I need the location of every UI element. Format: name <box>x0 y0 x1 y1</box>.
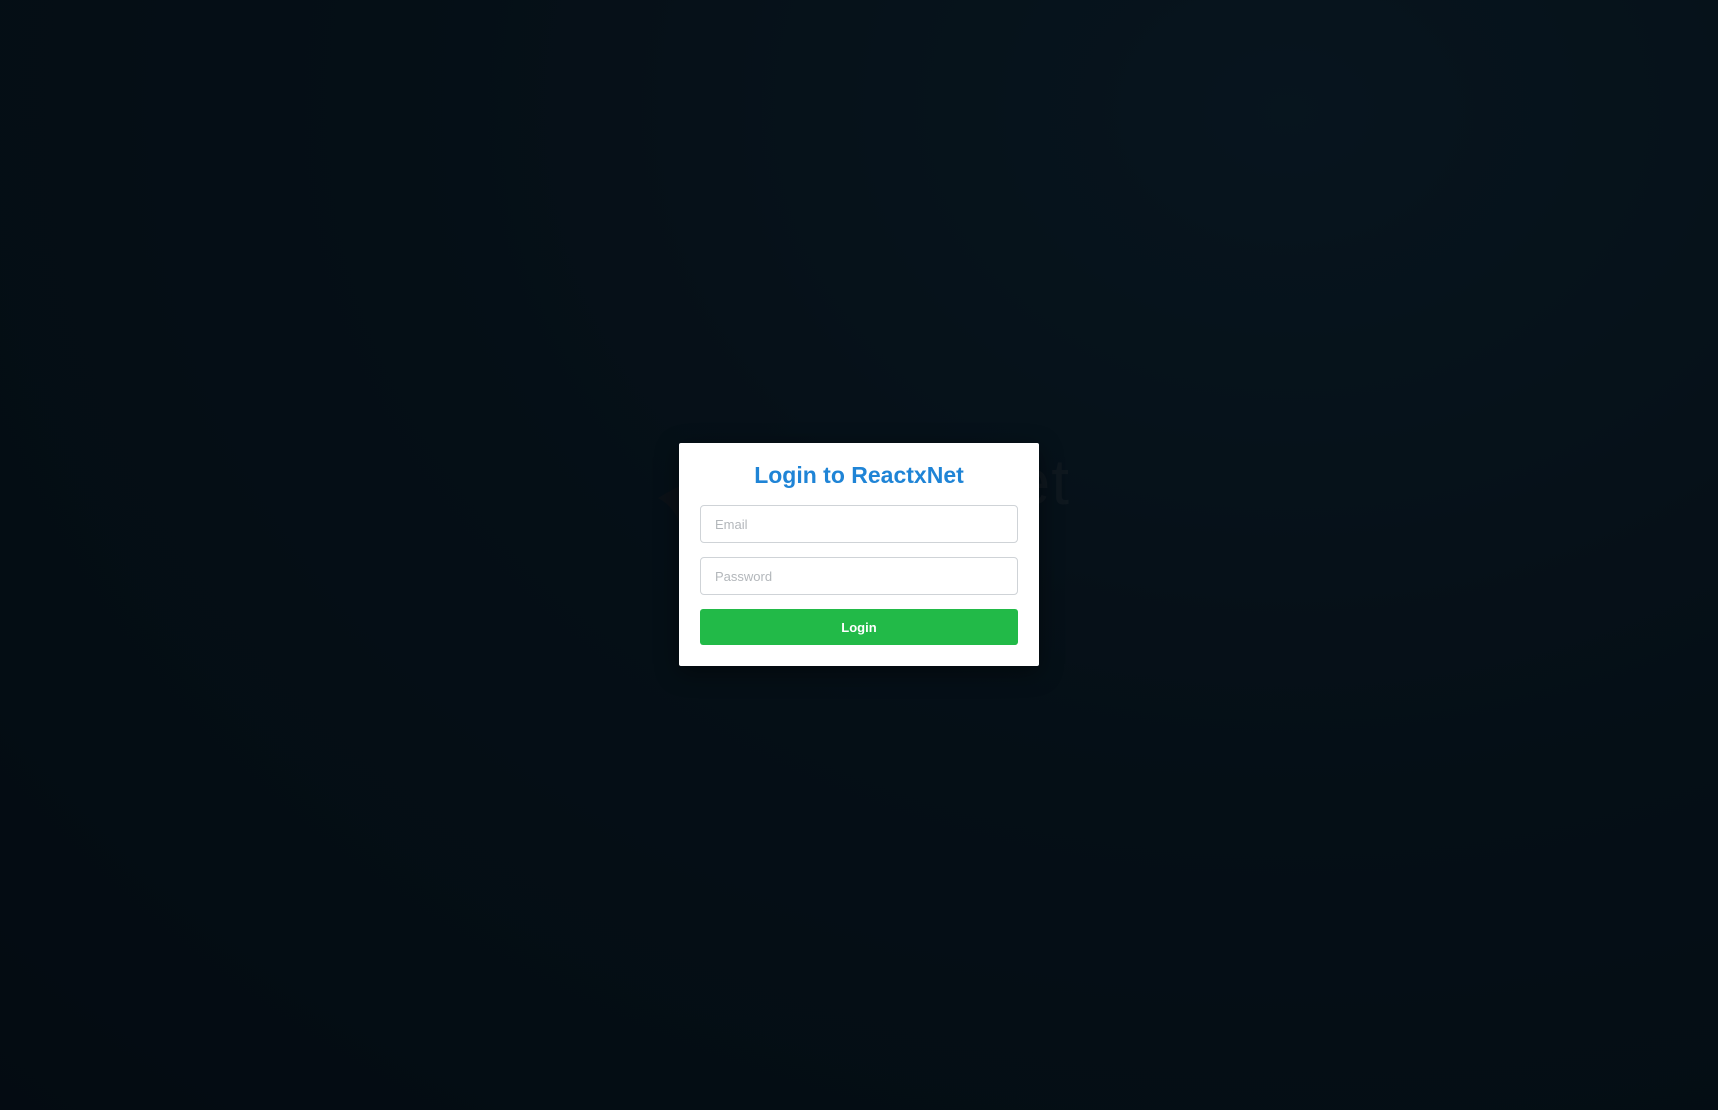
login-button[interactable]: Login <box>700 609 1018 645</box>
email-input[interactable] <box>700 505 1018 543</box>
login-title: Login to ReactxNet <box>754 462 964 488</box>
login-modal: Login to ReactxNet Login <box>679 443 1039 666</box>
password-input[interactable] <box>700 557 1018 595</box>
